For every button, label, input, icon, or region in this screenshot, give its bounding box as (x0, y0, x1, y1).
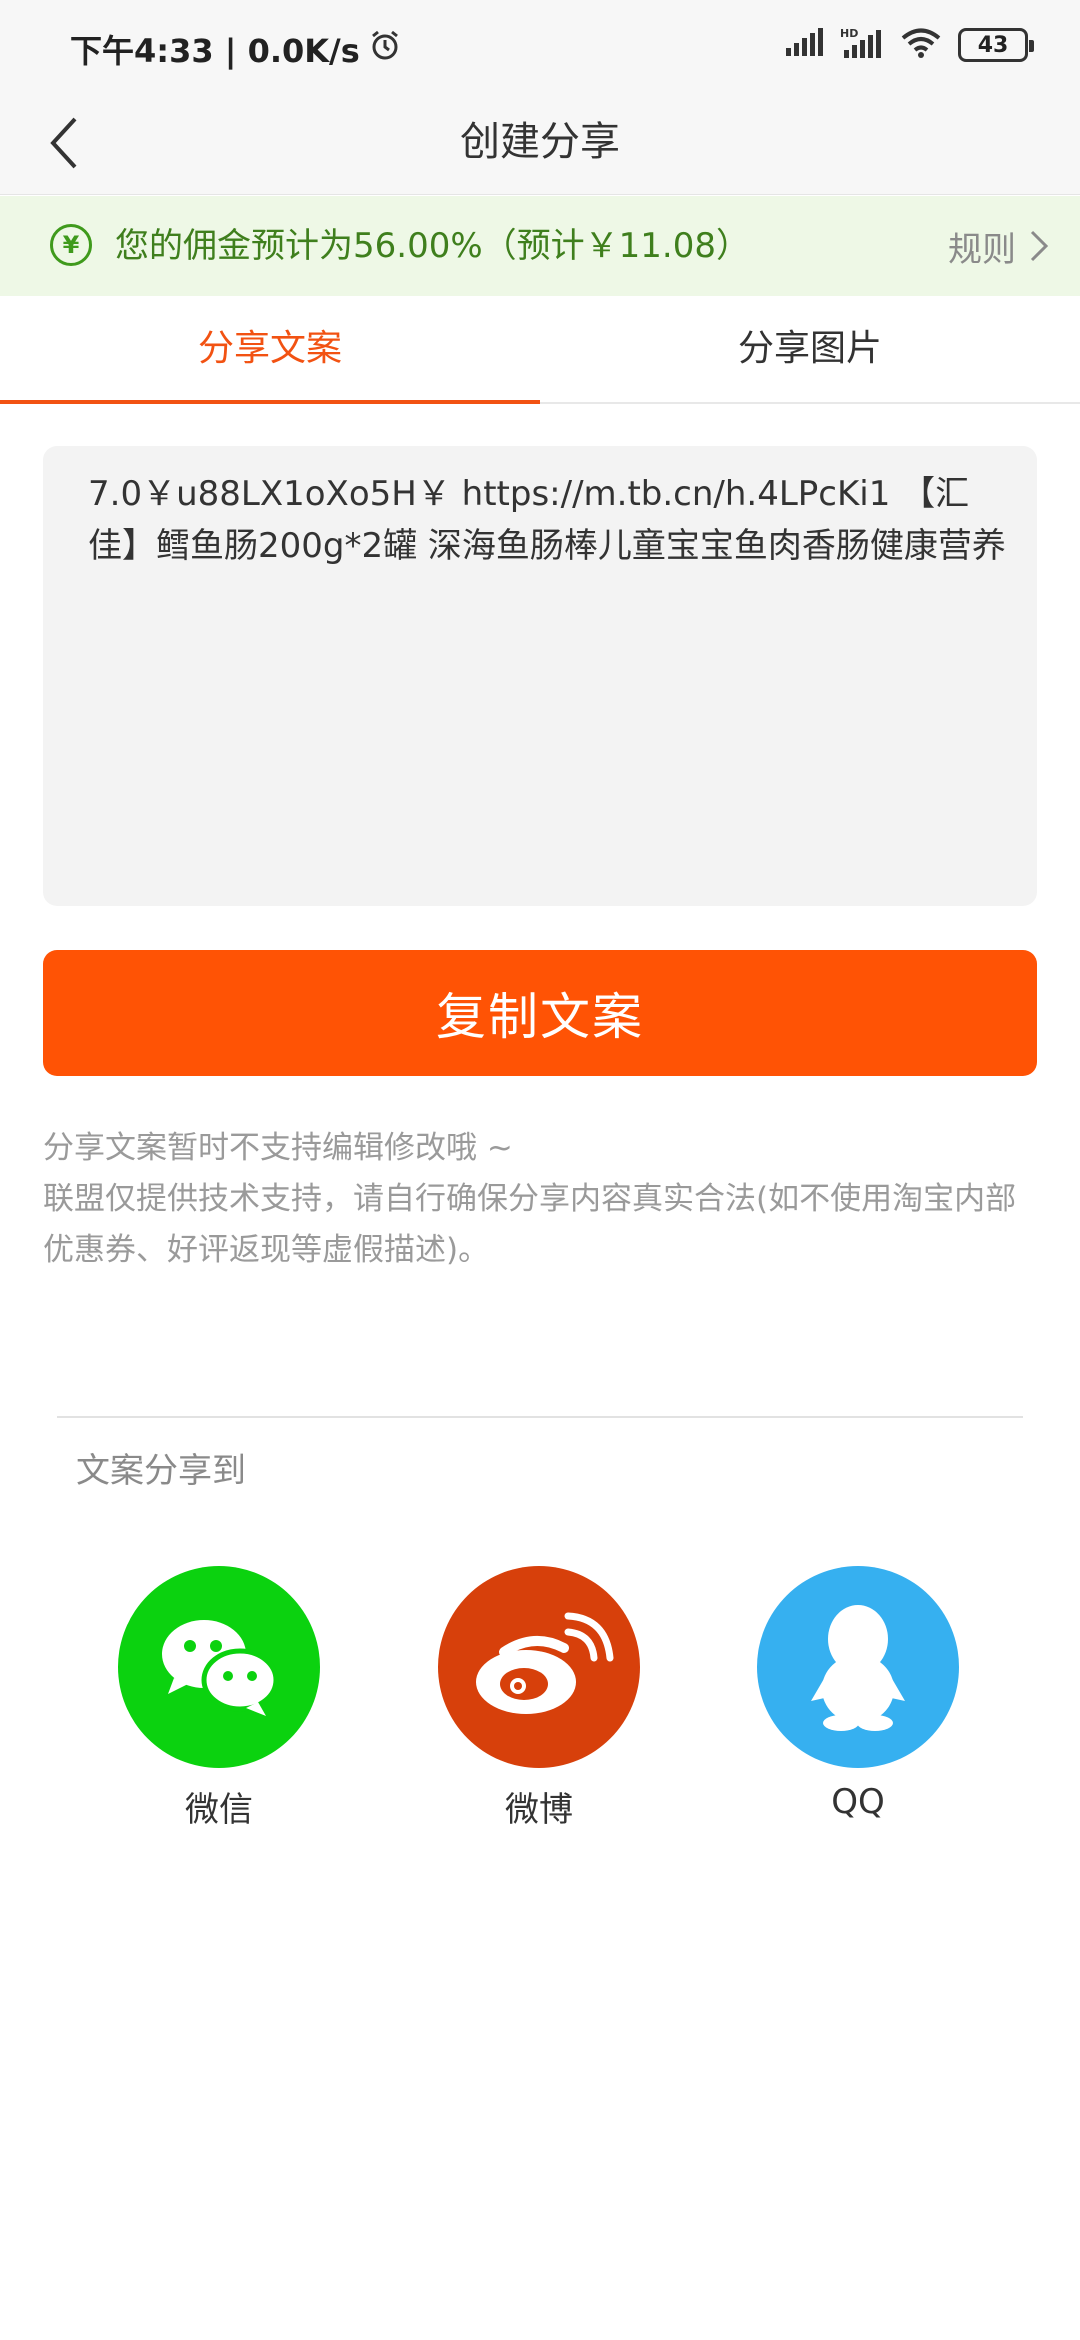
status-time-text: 下午4:33 | 0.0K/s (70, 32, 360, 70)
commission-banner: ¥ 您的佣金预计为56.00%（预计￥11.08） 规则 (0, 196, 1080, 296)
chevron-left-icon (50, 117, 77, 169)
share-weibo[interactable]: 微博 (438, 1566, 640, 1831)
share-name: 微信 (185, 1790, 253, 1830)
share-name: QQ (831, 1782, 885, 1822)
nav-bar: 创建分享 (0, 90, 1080, 195)
share-text-box: 7.0￥u88LX1oXo5H￥ https://m.tb.cn/h.4LPcK… (43, 446, 1037, 906)
tab-share-text[interactable]: 分享文案 (0, 296, 540, 404)
wifi-icon (900, 27, 942, 63)
tab-bar: 分享文案 分享图片 (0, 296, 1080, 404)
share-wechat[interactable]: 微信 (118, 1566, 320, 1831)
status-bar: 下午4:33 | 0.0K/s HD 43 (0, 0, 1080, 90)
tab-share-image[interactable]: 分享图片 (540, 296, 1080, 402)
battery-level: 43 (977, 32, 1009, 58)
svg-text:HD: HD (840, 27, 858, 40)
cell-signal-icon (784, 28, 824, 62)
share-section-title: 文案分享到 (76, 1451, 246, 1491)
note-line: 分享文案暂时不支持编辑修改哦 ~ (43, 1130, 513, 1166)
notes: 分享文案暂时不支持编辑修改哦 ~ 联盟仅提供技术支持，请自行确保分享内容真实合法… (43, 1123, 1043, 1276)
copy-text-button[interactable]: 复制文案 (43, 950, 1037, 1076)
weibo-icon (438, 1566, 640, 1768)
commission-text: 您的佣金预计为56.00%（预计￥11.08） (115, 226, 750, 266)
battery-icon: 43 (958, 28, 1034, 62)
rules-link[interactable]: 规则 (948, 196, 1050, 296)
alarm-icon (368, 28, 402, 70)
hd-signal-icon: HD (840, 26, 884, 64)
status-time-speed: 下午4:33 | 0.0K/s (70, 26, 402, 72)
yen-icon: ¥ (50, 224, 92, 266)
note-line: 联盟仅提供技术支持，请自行确保分享内容真实合法(如不使用淘宝内部优惠券、好评返现… (43, 1181, 1017, 1268)
share-qq[interactable]: QQ (757, 1566, 959, 1822)
page-title: 创建分享 (460, 119, 620, 165)
qq-icon (757, 1566, 959, 1768)
wechat-icon (118, 1566, 320, 1768)
share-name: 微博 (505, 1790, 573, 1830)
rules-label: 规则 (948, 229, 1016, 270)
back-button[interactable] (30, 108, 100, 178)
status-icons: HD 43 (784, 26, 1034, 64)
divider (57, 1416, 1023, 1418)
chevron-right-icon (1030, 230, 1049, 262)
